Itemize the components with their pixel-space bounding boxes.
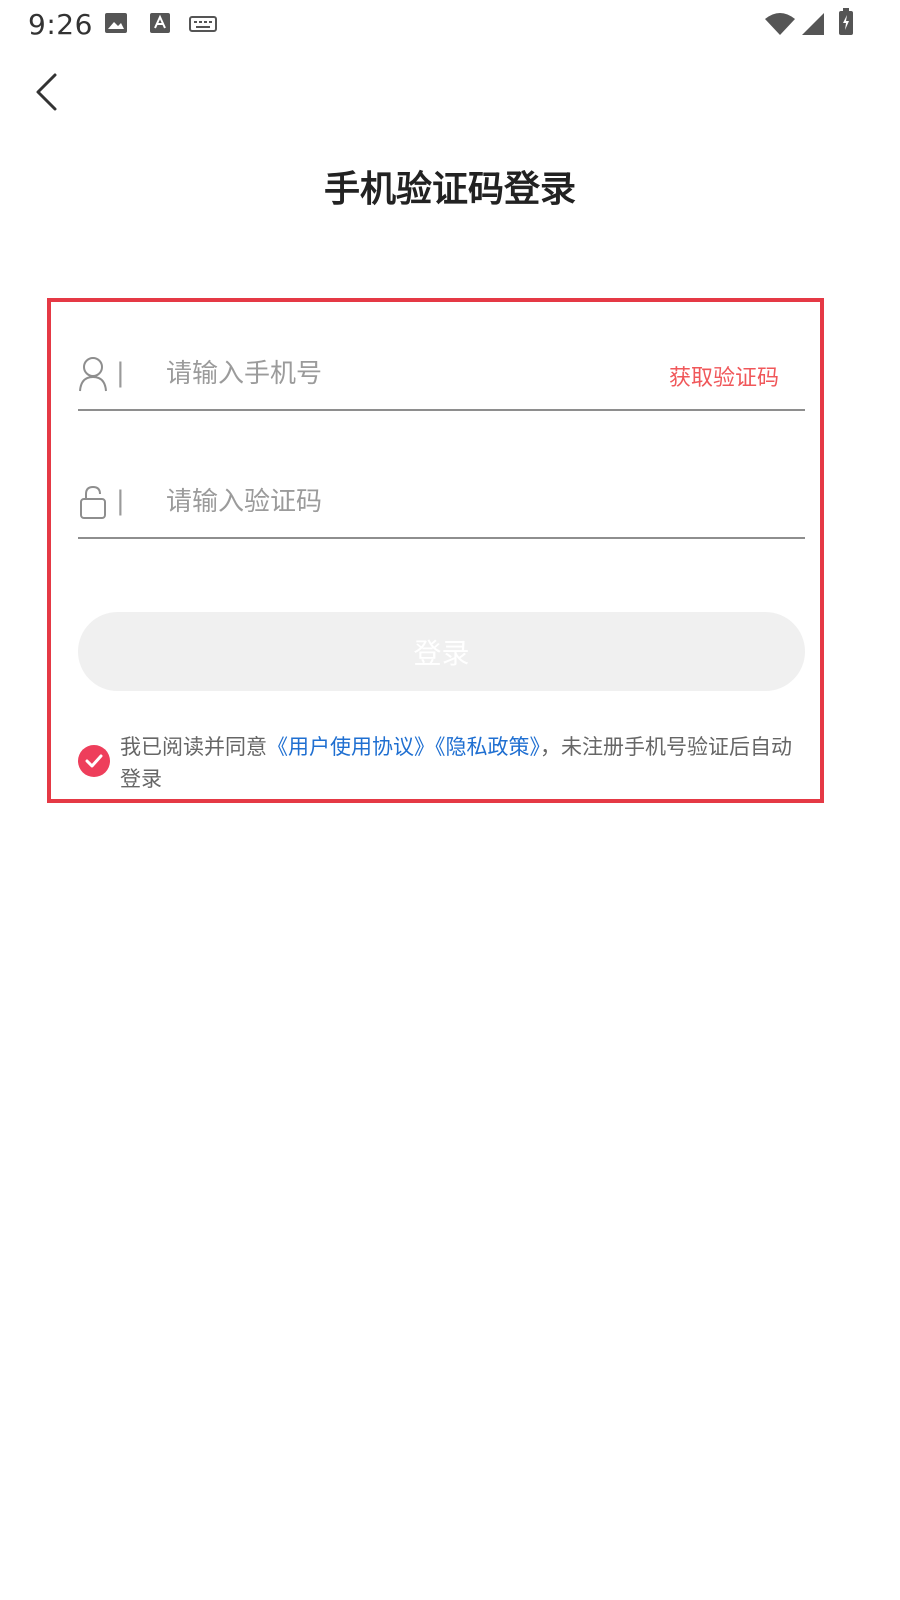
phone-input[interactable] [166,350,646,398]
code-field-row: | [78,478,805,538]
agreement-text: 我已阅读并同意《用户使用协议》《隐私政策》，未注册手机号验证后自动登录 [120,731,800,795]
status-time: 9:26 [28,8,93,41]
user-icon [78,356,108,392]
field-separator: | [116,486,125,516]
field-separator: | [116,358,125,388]
login-button[interactable]: 登录 [78,612,805,691]
page-title: 手机验证码登录 [323,169,576,210]
code-underline [78,537,805,539]
phone-underline [78,409,805,411]
signal-icon [801,12,825,36]
check-icon [85,754,103,768]
get-code-button[interactable]: 获取验证码 [669,360,779,392]
keyboard-icon [189,16,217,32]
privacy-policy-link[interactable]: 《隐私政策》 [435,735,540,759]
phone-field-row: | 获取验证码 [78,350,805,410]
back-button[interactable] [22,66,70,118]
agree-checkbox[interactable] [78,745,110,777]
lock-icon [78,484,108,520]
image-icon [104,12,128,34]
battery-charging-icon [838,8,854,36]
chevron-left-icon [36,73,57,111]
status-bar: 9:26 [0,0,900,48]
code-input[interactable] [166,478,646,526]
agreement-prefix: 我已阅读并同意 [120,735,267,759]
wifi-icon [764,12,796,36]
user-agreement-link[interactable]: 《用户使用协议》 [267,735,435,759]
text-a-icon [149,12,171,34]
